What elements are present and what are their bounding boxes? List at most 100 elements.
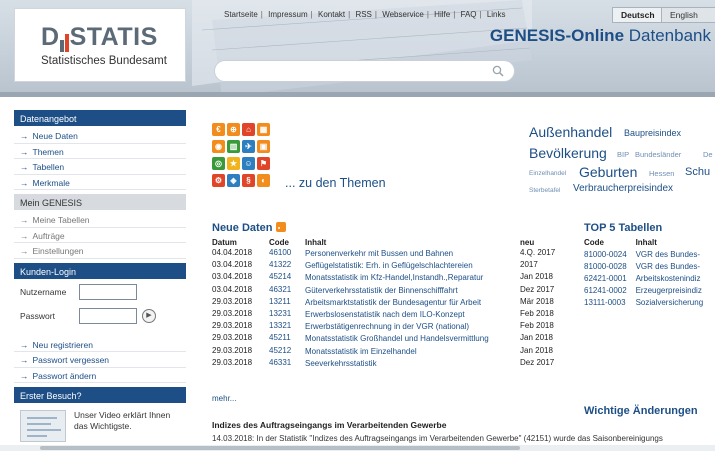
table-row[interactable]: 81000-0024 VGR des Bundes-: [584, 248, 715, 260]
nav-link-kontakt[interactable]: Kontakt: [318, 10, 345, 19]
tag-schu[interactable]: Schu: [685, 166, 710, 178]
theme-icon-15[interactable]: §: [242, 174, 255, 187]
register-link[interactable]: → Neu registrieren: [14, 336, 186, 352]
forgot-password-link[interactable]: → Passwort vergessen: [14, 352, 186, 368]
cell-code[interactable]: 61241-0002: [584, 285, 636, 297]
tag-de[interactable]: De: [703, 150, 713, 159]
destatis-logo[interactable]: D STATIS Statistisches Bundesamt: [14, 8, 186, 82]
lang-english-button[interactable]: English: [661, 7, 715, 23]
tag-hessen[interactable]: Hessen: [649, 169, 674, 178]
cell-code[interactable]: 46331: [269, 358, 305, 370]
cell-inhalt[interactable]: Monatsstatistik Großhandel und Handelsve…: [305, 333, 520, 345]
sidebar-item-einstellungen[interactable]: → Einstellungen: [14, 243, 186, 259]
sidebar-item-tabellen[interactable]: → Tabellen: [14, 159, 186, 175]
search-input[interactable]: [227, 61, 497, 81]
theme-icon-6[interactable]: ▥: [227, 140, 240, 153]
theme-icon-11[interactable]: ☺: [242, 157, 255, 170]
sidebar-item-meine-tabellen[interactable]: → Meine Tabellen: [14, 212, 186, 228]
themen-link[interactable]: ... zu den Themen: [285, 176, 386, 190]
scrollbar-thumb[interactable]: [40, 446, 520, 450]
cell-code[interactable]: 46321: [269, 285, 305, 297]
nav-link-hilfe[interactable]: Hilfe: [434, 10, 450, 19]
sidebar-item-neue-daten[interactable]: → Neue Daten: [14, 128, 186, 144]
theme-icon-10[interactable]: ★: [227, 157, 240, 170]
cell-inhalt[interactable]: Arbeitskostenindiz: [636, 272, 715, 284]
cell-code[interactable]: 45214: [269, 272, 305, 284]
login-submit-button[interactable]: ▶: [142, 308, 156, 323]
theme-icon-2[interactable]: ⊕: [227, 123, 240, 136]
sidebar-item-themen[interactable]: → Themen: [14, 143, 186, 159]
table-row[interactable]: 61241-0002 Erzeugerpreisindiz: [584, 285, 715, 297]
cell-inhalt[interactable]: Sozialversicherung: [636, 297, 715, 309]
arrow-right-circle-icon: ▶: [146, 311, 152, 319]
cell-inhalt[interactable]: Seeverkehrsstatistik: [305, 358, 520, 370]
cell-inhalt[interactable]: Erwerbslosenstatistik nach dem ILO-Konze…: [305, 309, 520, 321]
cell-inhalt[interactable]: VGR des Bundes-: [636, 248, 715, 260]
tag-aussenhandel[interactable]: Außenhandel: [529, 124, 612, 140]
nav-link-rss[interactable]: RSS: [355, 10, 371, 19]
table-row[interactable]: 81000-0028 VGR des Bundes-: [584, 260, 715, 272]
nav-link-webservice[interactable]: Webservice: [382, 10, 424, 19]
cell-inhalt[interactable]: Erzeugerpreisindiz: [636, 285, 715, 297]
theme-icon-16[interactable]: ◐: [257, 174, 270, 187]
sidebar-item-merkmale[interactable]: → Merkmale: [14, 174, 186, 190]
cell-code[interactable]: 62421-0001: [584, 272, 636, 284]
nav-link-faq[interactable]: FAQ: [461, 10, 477, 19]
tag-geburten[interactable]: Geburten: [579, 164, 637, 180]
tag-sterbetafel[interactable]: Sterbetafel: [529, 187, 560, 194]
cell-inhalt[interactable]: Monatsstatistik im Kfz-Handel,Instandh.,…: [305, 272, 520, 284]
theme-icon-5[interactable]: ◉: [212, 140, 225, 153]
theme-icon-3[interactable]: ⌂: [242, 123, 255, 136]
lang-deutsch-button[interactable]: Deutsch: [612, 7, 664, 23]
tag-bundeslaender[interactable]: Bundesländer: [635, 150, 681, 159]
cell-inhalt[interactable]: Geflügelstatistik: Erh. in Geflügelschla…: [305, 260, 520, 272]
cell-inhalt[interactable]: Monatsstatistik im Einzelhandel: [305, 346, 520, 358]
sidebar-item-auftraege[interactable]: → Aufträge: [14, 227, 186, 243]
nav-link-impressum[interactable]: Impressum: [268, 10, 308, 19]
tag-einzelhandel[interactable]: Einzelhandel: [529, 170, 566, 177]
cell-inhalt[interactable]: Güterverkehrsstatistik der Binnenschifff…: [305, 285, 520, 297]
username-field[interactable]: [79, 283, 137, 300]
horizontal-scrollbar[interactable]: [0, 445, 715, 451]
theme-icon-14[interactable]: ◈: [227, 174, 240, 187]
tag-bip[interactable]: BIP: [617, 150, 629, 159]
cell-code[interactable]: 46100: [269, 248, 305, 260]
theme-icon-13[interactable]: ⚙: [212, 174, 225, 187]
tag-bevoelkerung[interactable]: Bevölkerung: [529, 145, 607, 161]
theme-icon-4[interactable]: ▦: [257, 123, 270, 136]
search-icon[interactable]: [492, 65, 504, 77]
theme-icon-9[interactable]: ◎: [212, 157, 225, 170]
password-field[interactable]: [79, 307, 137, 324]
theme-icon-8[interactable]: ▣: [257, 140, 270, 153]
theme-icon-1[interactable]: €: [212, 123, 225, 136]
cell-inhalt[interactable]: VGR des Bundes-: [636, 260, 715, 272]
more-link[interactable]: mehr...: [212, 394, 236, 403]
cell-code[interactable]: 13321: [269, 321, 305, 333]
cell-code[interactable]: 41322: [269, 260, 305, 272]
theme-icon-12[interactable]: ⚑: [257, 157, 270, 170]
cell-code[interactable]: 45211: [269, 333, 305, 345]
cell-code[interactable]: 81000-0028: [584, 260, 636, 272]
cell-inhalt[interactable]: Personenverkehr mit Bussen und Bahnen: [305, 248, 520, 260]
cell-inhalt[interactable]: Erwerbstätigenrechnung in der VGR (natio…: [305, 321, 520, 333]
theme-icon-7[interactable]: ✈: [242, 140, 255, 153]
cell-code[interactable]: 13211: [269, 297, 305, 309]
cell-code[interactable]: 45212: [269, 346, 305, 358]
nav-link-links[interactable]: Links: [487, 10, 506, 19]
cell-code[interactable]: 81000-0024: [584, 248, 636, 260]
rss-icon[interactable]: [275, 222, 286, 232]
table-row[interactable]: 13111-0003 Sozialversicherung: [584, 297, 715, 309]
tag-baupreisindex[interactable]: Baupreisindex: [624, 128, 681, 138]
cell-code[interactable]: 13231: [269, 309, 305, 321]
table-row[interactable]: 62421-0001 Arbeitskostenindiz: [584, 272, 715, 284]
cell-inhalt[interactable]: Arbeitsmarktstatistik der Bundesagentur …: [305, 297, 520, 309]
tag-verbraucherpreisindex[interactable]: Verbraucherpreisindex: [573, 183, 673, 194]
sidebar-item-label: Themen: [32, 146, 64, 157]
first-visit-box[interactable]: Unser Video erklärt Ihnen das Wichtigste…: [14, 405, 186, 445]
video-thumbnail[interactable]: [20, 410, 66, 442]
cell-code[interactable]: 13111-0003: [584, 297, 636, 309]
neue-daten-title[interactable]: Neue Daten: [212, 222, 273, 234]
change-password-link[interactable]: → Passwort ändern: [14, 367, 186, 383]
tag-cloud: Außenhandel Baupreisindex Bevölkerung BI…: [529, 124, 715, 200]
nav-link-startseite[interactable]: Startseite: [224, 10, 258, 19]
